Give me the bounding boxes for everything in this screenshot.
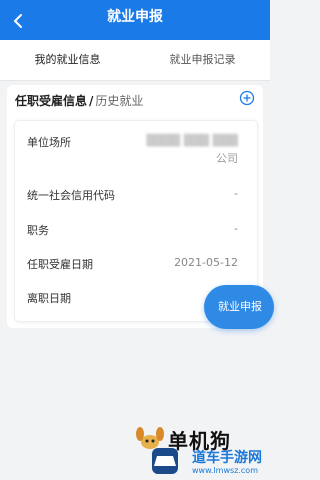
row-label-leave-date: 离职日期 — [27, 292, 71, 305]
tab-bar: 我的就业信息 就业申报记录 — [0, 40, 270, 113]
row-label-hire-date: 任职受雇日期 — [27, 258, 93, 271]
watermark-subtitle: 道车手游网 — [192, 450, 262, 466]
section-title-separator: / — [89, 94, 94, 108]
app-header: 就业申报 — [0, 0, 270, 40]
add-button[interactable] — [239, 90, 255, 106]
company-name-suffix: 公司 — [216, 152, 238, 165]
row-value-credit-code: - — [234, 187, 238, 200]
tab-employment-declaration-records[interactable]: 就业申报记录 — [135, 40, 270, 80]
row-label-workplace: 单位场所 — [27, 136, 71, 149]
history-employment-link[interactable]: 历史就业 — [95, 94, 143, 108]
row-value-position: - — [234, 222, 238, 235]
section-title-main: 任职受雇信息 — [15, 94, 88, 108]
row-label-position: 职务 — [27, 224, 49, 237]
row-label-credit-code: 统一社会信用代码 — [27, 189, 115, 202]
row-value-workplace: ▒▒▒▒ ▒▒▒ ▒▒▒ 公司 — [132, 132, 238, 168]
plus-circle-icon — [239, 90, 255, 106]
section-title: 任职受雇信息 / 历史就业 — [15, 91, 143, 111]
row-value-hire-date: 2021-05-12 — [174, 256, 238, 269]
tab-my-employment-info[interactable]: 我的就业信息 — [0, 40, 135, 80]
company-name-redacted: ▒▒▒▒ ▒▒▒ ▒▒▒ — [146, 134, 238, 147]
declare-employment-button[interactable]: 就业申报 — [204, 285, 274, 329]
page-title: 就业申报 — [107, 9, 163, 25]
watermark-url: www.lmwsz.com — [192, 466, 258, 475]
